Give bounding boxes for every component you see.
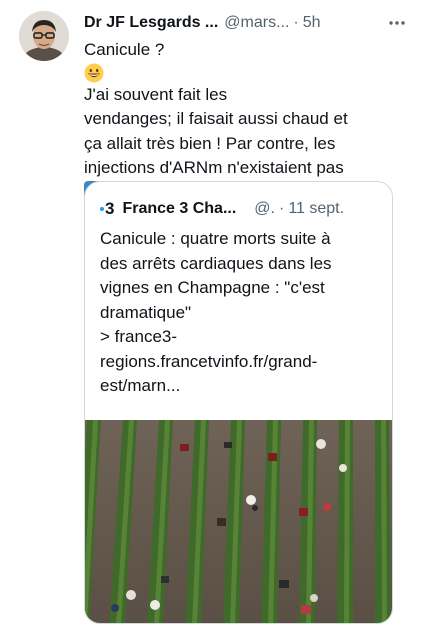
quoted-text-line: Canicule : quatre morts suite à — [100, 229, 331, 248]
tweet-text-line: Canicule ? — [84, 40, 165, 59]
quoted-date[interactable]: 11 sept. — [288, 200, 344, 218]
tweet-time[interactable]: 5h — [303, 14, 321, 32]
grinning-face-emoji-icon — [84, 63, 104, 83]
author-handle[interactable]: @mars... — [224, 14, 289, 32]
tweet-text-line: injections d'ARNm n'existaient pas — [84, 158, 344, 177]
quoted-tweet-card[interactable]: 3 France 3 Cha... @. · 11 sept. Canicule… — [84, 181, 393, 624]
author-name[interactable]: Dr JF Lesgards ... — [84, 14, 218, 32]
tweet-text-line: ça allait très bien ! Par contre, les — [84, 133, 336, 153]
quoted-text-line: > france3- — [100, 327, 178, 346]
header-separator: · — [293, 14, 299, 31]
quoted-text-line: des arrêts cardiaques dans les — [100, 253, 332, 273]
author-avatar[interactable] — [19, 11, 69, 61]
tweet-text: Canicule ? J'ai souvent fait les vendang… — [84, 38, 394, 203]
tweet-line: Canicule ? J'ai souvent fait les — [84, 38, 394, 107]
quoted-text-line: dramatique" — [100, 302, 192, 322]
france3-logo[interactable]: 3 — [100, 199, 114, 219]
more-options-icon[interactable] — [386, 12, 408, 34]
quoted-text-line: vignes en Champagne : "c'est — [100, 278, 325, 297]
tweet-text-line: vendanges; il faisait aussi chaud et — [84, 109, 348, 128]
quoted-separator: · — [278, 200, 285, 217]
france3-logo-text: 3 — [105, 199, 115, 218]
quoted-tweet-header: 3 France 3 Cha... @. · 11 sept. — [100, 198, 380, 220]
quoted-tweet-text: Canicule : quatre morts suite à des arrê… — [100, 227, 385, 399]
quoted-text-line: est/marn... — [100, 376, 181, 395]
quoted-author-name[interactable]: France 3 Cha... — [122, 200, 236, 218]
vineyard-photo[interactable] — [85, 420, 393, 624]
tweet-header: Dr JF Lesgards ... @mars... · 5h — [84, 12, 408, 34]
quoted-author-handle[interactable]: @. — [254, 200, 275, 218]
tweet-text-line: J'ai souvent fait les — [84, 84, 228, 104]
quoted-text-line: regions.francetvinfo.fr/grand- — [100, 351, 318, 371]
